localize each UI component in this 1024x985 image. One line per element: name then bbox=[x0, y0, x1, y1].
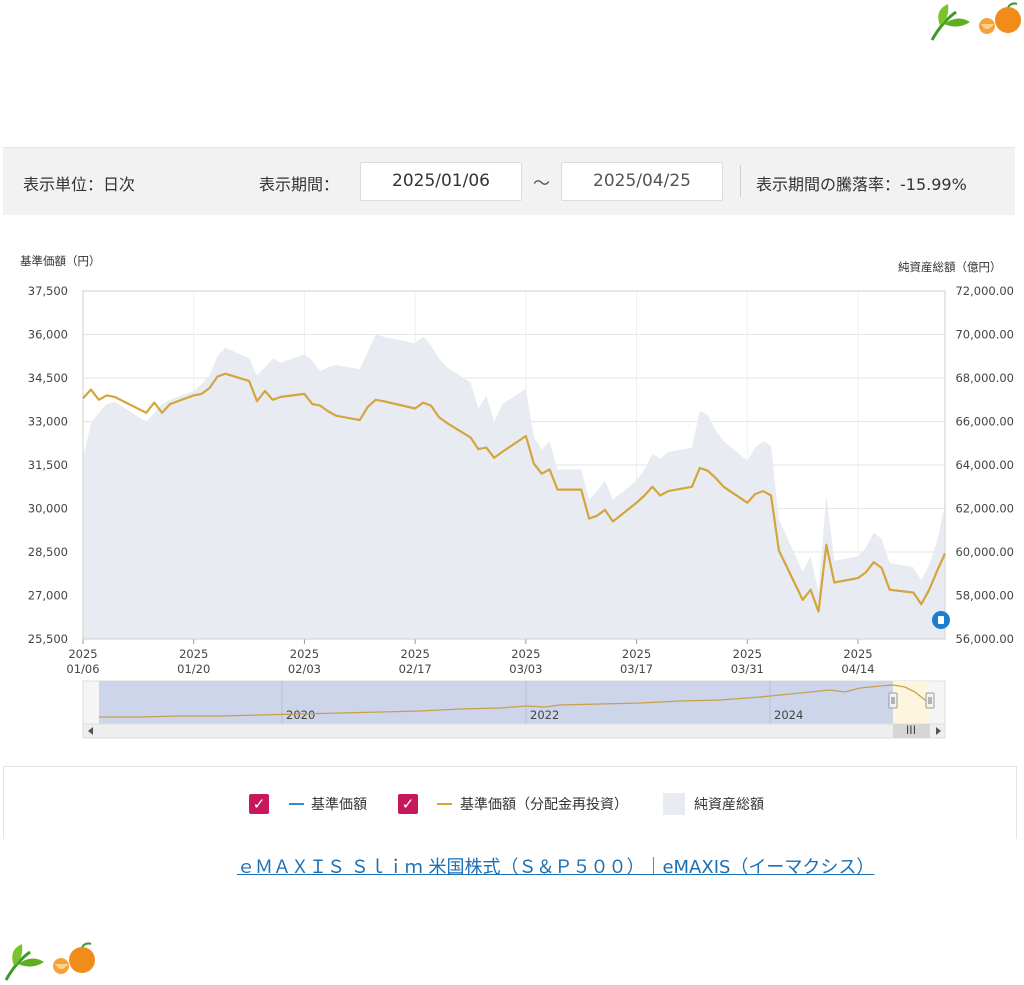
legend-label-reinvest: 基準価額（分配金再投資） bbox=[460, 797, 628, 813]
left-tick-label: 30,000 bbox=[28, 502, 68, 516]
scrollbar-track[interactable] bbox=[82, 723, 946, 739]
x-tick-year: 2025 bbox=[179, 647, 208, 661]
chart-legend: ✓ 基準価額 ✓ 基準価額（分配金再投資） 純資産総額 bbox=[3, 766, 1017, 839]
left-tick-label: 34,500 bbox=[28, 371, 68, 385]
right-tick-label: 64,000.00 bbox=[955, 458, 1014, 472]
x-tick-date: 03/17 bbox=[620, 662, 653, 676]
x-tick-year: 2025 bbox=[511, 647, 540, 661]
scrollbar-grip: III bbox=[906, 723, 916, 737]
x-tick-date: 04/14 bbox=[841, 662, 874, 676]
tea-leaf-orange-logo bbox=[4, 942, 95, 981]
left-tick-label: 37,500 bbox=[28, 284, 68, 298]
navigator-selected-range bbox=[893, 681, 930, 724]
navigator-handle[interactable] bbox=[888, 692, 898, 709]
right-tick-label: 68,000.00 bbox=[955, 371, 1014, 385]
legend-label-net-assets: 純資産総額 bbox=[694, 797, 764, 813]
right-tick-label: 70,000.00 bbox=[955, 328, 1014, 342]
net-assets-area bbox=[83, 334, 945, 639]
left-tick-label: 25,500 bbox=[28, 632, 68, 646]
x-tick-date: 01/20 bbox=[177, 662, 210, 676]
right-tick-label: 60,000.00 bbox=[955, 545, 1014, 559]
right-tick-label: 56,000.00 bbox=[955, 632, 1014, 646]
legend-label-nav: 基準価額 bbox=[311, 797, 367, 813]
left-tick-label: 31,500 bbox=[28, 458, 68, 472]
price-chart[interactable]: 37,500 72,000.00 36,000 70,000.00 34,500 68,0… bbox=[0, 0, 1024, 760]
x-tick-date: 01/06 bbox=[66, 662, 99, 676]
x-tick-year: 2025 bbox=[733, 647, 762, 661]
navigator-year-label: 2024 bbox=[774, 708, 803, 722]
left-tick-label: 36,000 bbox=[28, 328, 68, 342]
left-tick-label: 33,000 bbox=[28, 415, 68, 429]
left-tick-label: 27,000 bbox=[28, 589, 68, 603]
right-tick-label: 72,000.00 bbox=[955, 284, 1014, 298]
legend-line-reinvest bbox=[437, 803, 452, 805]
x-tick-year: 2025 bbox=[401, 647, 430, 661]
marker-glyph bbox=[938, 616, 944, 624]
x-tick-date: 03/31 bbox=[731, 662, 764, 676]
right-tick-label: 66,000.00 bbox=[955, 415, 1014, 429]
left-tick-label: 28,500 bbox=[28, 545, 68, 559]
fund-page-link[interactable]: ｅＭＡＸＩＳ Ｓｌｉｍ 米国株式（Ｓ＆Ｐ５００）｜eMAXIS（イーマクシス） bbox=[237, 853, 874, 879]
right-tick-label: 62,000.00 bbox=[955, 502, 1014, 516]
x-tick-year: 2025 bbox=[843, 647, 872, 661]
x-tick-year: 2025 bbox=[290, 647, 319, 661]
legend-checkbox-reinvest[interactable]: ✓ bbox=[398, 794, 418, 814]
x-tick-year: 2025 bbox=[68, 647, 97, 661]
navigator-year-label: 2020 bbox=[286, 708, 315, 722]
x-tick-date: 03/03 bbox=[509, 662, 542, 676]
x-tick-date: 02/17 bbox=[399, 662, 432, 676]
legend-checkbox-nav[interactable]: ✓ bbox=[249, 794, 269, 814]
x-tick-year: 2025 bbox=[622, 647, 651, 661]
navigator-handle[interactable] bbox=[925, 692, 935, 709]
legend-line-nav bbox=[289, 803, 304, 805]
legend-area-swatch[interactable] bbox=[663, 793, 685, 815]
navigator-year-label: 2022 bbox=[530, 708, 559, 722]
x-tick-date: 02/03 bbox=[288, 662, 321, 676]
right-tick-label: 58,000.00 bbox=[955, 589, 1014, 603]
